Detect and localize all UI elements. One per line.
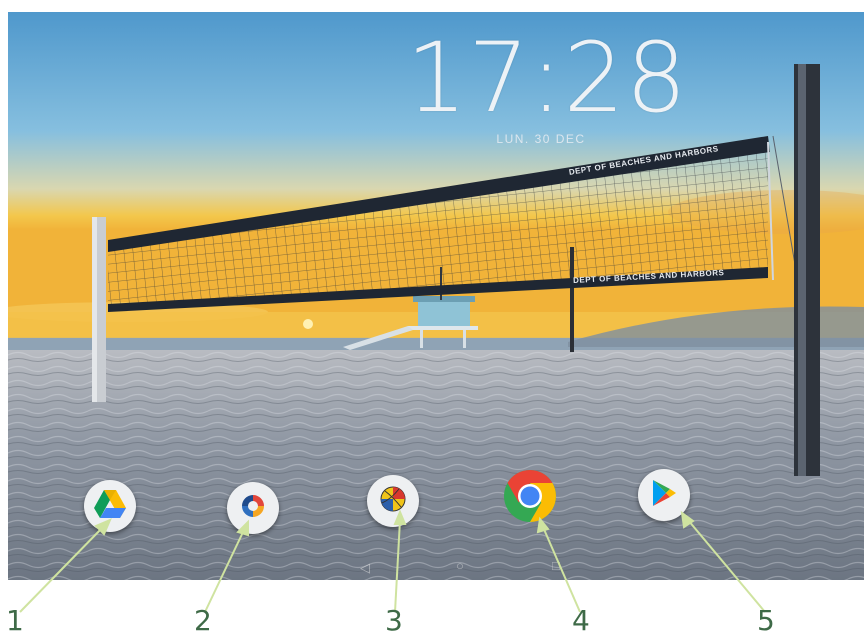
play-store-app[interactable] — [638, 469, 690, 521]
volleyball-app-icon — [379, 485, 407, 518]
tablet-screen: DEPT OF BEACHES AND HARBORS DEPT OF BEAC… — [8, 12, 864, 580]
callout-label-1: 1 — [6, 604, 24, 637]
google-drive-app[interactable] — [84, 480, 136, 532]
chrome-icon — [503, 469, 557, 528]
callout-label-4: 4 — [572, 604, 590, 637]
callout-label-5: 5 — [757, 604, 775, 637]
chrome-app[interactable] — [504, 469, 556, 524]
callout-label-3: 3 — [385, 604, 403, 637]
play-store-icon — [650, 478, 678, 513]
lock-screen-date: LUN. 30 DEC — [496, 132, 586, 146]
swirl-app-icon — [238, 491, 268, 526]
google-drive-icon — [93, 489, 127, 524]
lock-screen-clock: 17:28 — [406, 22, 688, 134]
home-button[interactable]: ○ — [456, 558, 464, 573]
swirl-app[interactable] — [227, 482, 279, 534]
volleyball-app[interactable] — [367, 475, 419, 527]
back-button[interactable]: ◁ — [360, 560, 370, 576]
callout-label-2: 2 — [194, 604, 212, 637]
recents-button[interactable]: □ — [552, 558, 560, 573]
